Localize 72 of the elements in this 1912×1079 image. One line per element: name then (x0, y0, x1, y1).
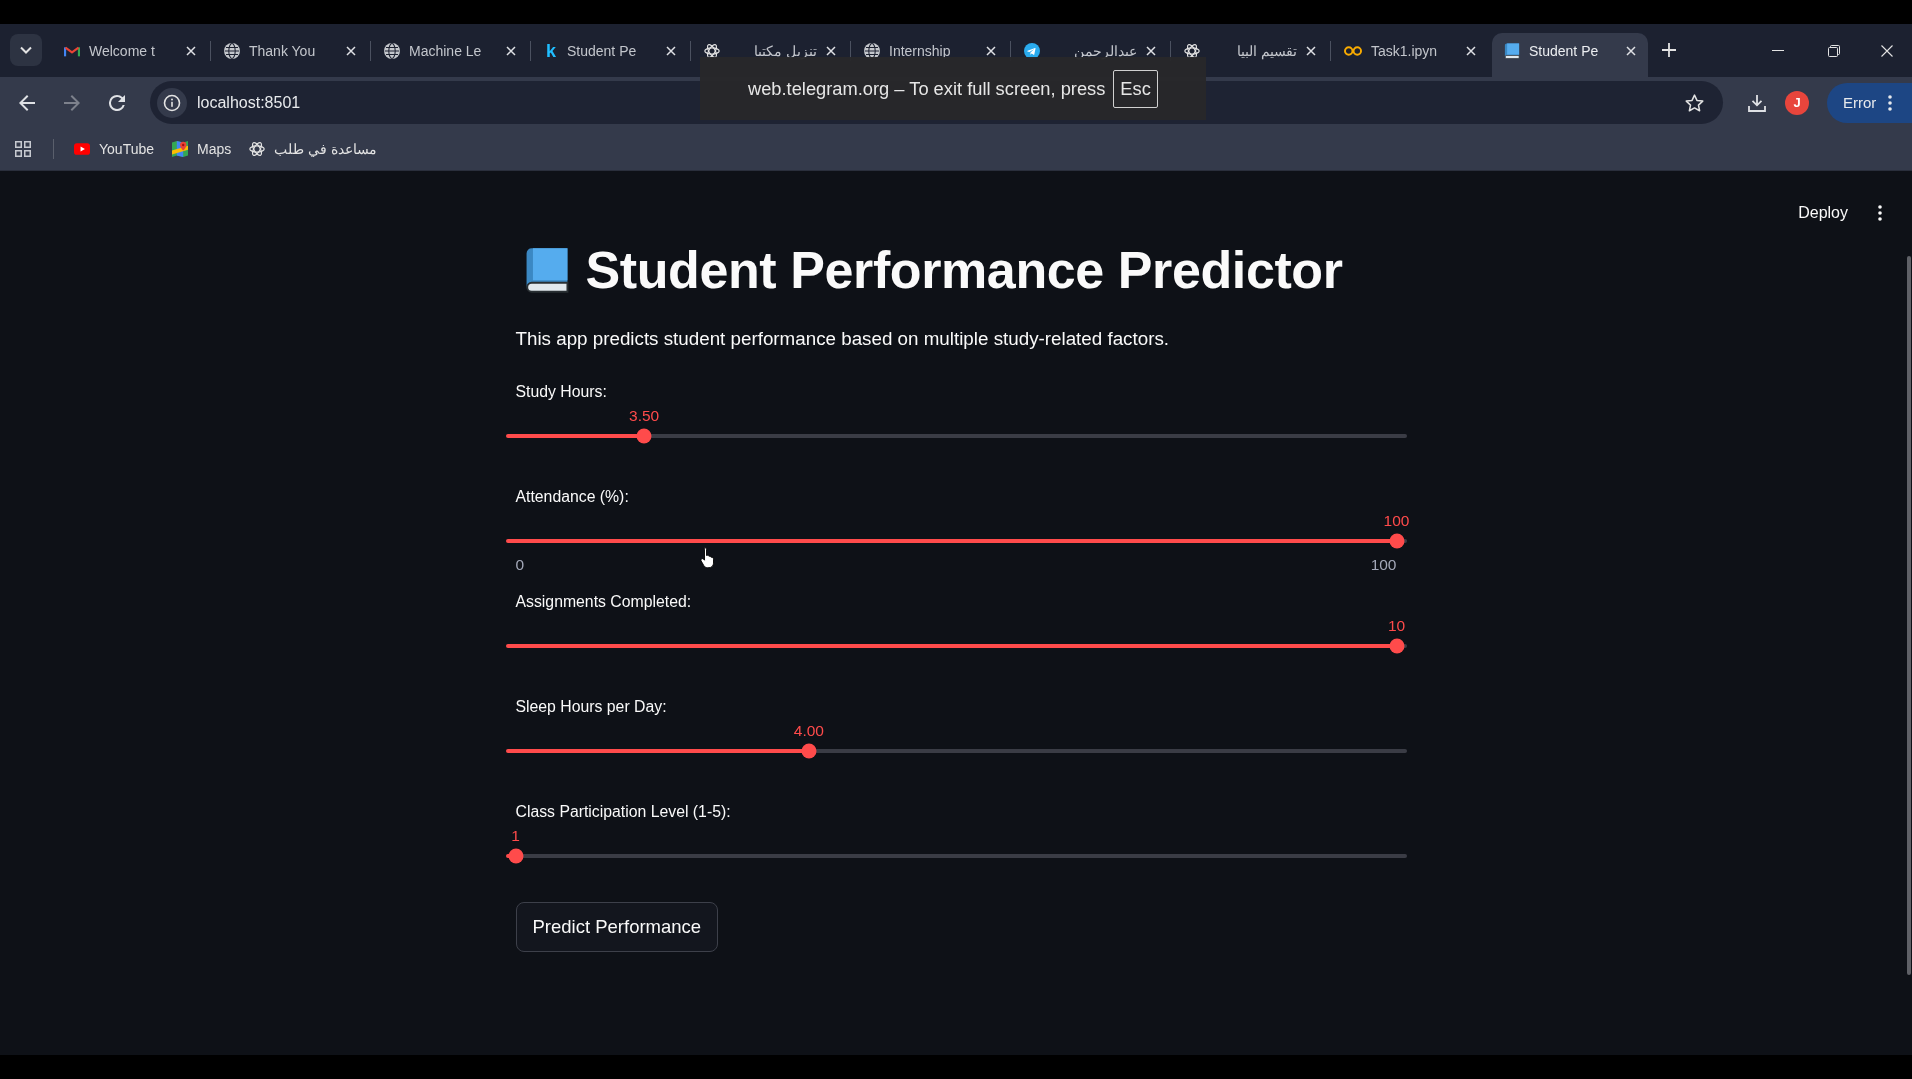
close-icon[interactable] (1881, 44, 1893, 57)
deploy-button[interactable]: Deploy (1788, 198, 1858, 228)
browser-tab[interactable]: k Student Pe (532, 33, 688, 77)
map-icon (172, 141, 188, 157)
slider-label: Attendance (%): (515, 487, 629, 507)
app-description: This app predicts student performance based on multiple study-related factors. (515, 327, 1169, 351)
hand-cursor-icon (700, 547, 716, 569)
key-hint: Esc (1113, 69, 1158, 108)
globe-icon (384, 43, 400, 59)
kebab-icon[interactable] (1878, 205, 1882, 221)
rosette-icon (704, 43, 720, 59)
slider-max-label: 100 (1370, 555, 1397, 575)
slider-thumb[interactable] (1389, 638, 1404, 654)
browser-tab[interactable]: تنزيل مكتبا (692, 33, 848, 77)
browser-tab[interactable]: تقسيم البيا (1172, 33, 1328, 77)
error-button[interactable]: Error (1827, 82, 1912, 123)
bookmark[interactable]: Maps (164, 134, 240, 164)
scrollbar[interactable] (1907, 256, 1911, 975)
download-icon[interactable] (1748, 93, 1766, 112)
grid-icon[interactable] (15, 141, 31, 157)
slider-label: Sleep Hours per Day: (515, 697, 667, 717)
close-icon[interactable] (826, 46, 836, 56)
kebab-icon (1888, 94, 1893, 111)
restore-icon[interactable] (1828, 44, 1840, 57)
close-icon[interactable] (1466, 46, 1476, 56)
slider-label: Class Participation Level (1-5): (515, 802, 731, 822)
notice-text: web.telegram.org – To exit full screen, press (748, 77, 1106, 100)
close-icon[interactable] (186, 46, 196, 56)
slider-value: 3.50 (629, 406, 660, 426)
chevron-down-icon (20, 45, 32, 54)
browser-tab[interactable]: Student Pe (1492, 33, 1648, 77)
browser-tab[interactable]: Machine Le (372, 33, 528, 77)
close-icon[interactable] (666, 46, 676, 56)
plus-icon[interactable] (1662, 42, 1676, 57)
back-arrow-icon[interactable] (19, 94, 35, 111)
close-icon[interactable] (1626, 46, 1636, 56)
page-title: Student Performance Predictor (585, 240, 1343, 301)
info-icon[interactable] (157, 87, 187, 118)
close-icon[interactable] (1306, 46, 1316, 56)
close-icon[interactable] (506, 46, 516, 56)
close-icon[interactable] (1146, 46, 1156, 56)
close-icon[interactable] (346, 46, 356, 56)
profile-avatar[interactable]: J (1785, 90, 1809, 115)
slider-thumb[interactable] (801, 743, 817, 759)
bookmark[interactable]: YouTube (66, 134, 162, 164)
browser-tab[interactable]: Task1.ipyn (1332, 33, 1488, 77)
book-icon (523, 247, 570, 293)
slider-value: 1 (511, 826, 520, 846)
slider-thumb[interactable] (636, 428, 652, 444)
browser-tab[interactable]: Thank You (212, 33, 368, 77)
tab-search-button[interactable] (10, 33, 42, 66)
play-icon (74, 141, 90, 157)
slider-thumb[interactable] (508, 848, 523, 864)
rosette-icon (1184, 43, 1200, 59)
slider-min-label: 0 (515, 555, 525, 575)
close-icon[interactable] (986, 46, 996, 56)
reload-icon[interactable] (109, 94, 125, 111)
slider-label: Study Hours: (515, 382, 607, 402)
predict-button[interactable]: Predict Performance (515, 902, 719, 952)
slider-value: 10 (1387, 616, 1406, 636)
star-icon[interactable] (1685, 93, 1704, 112)
slider-label: Assignments Completed: (515, 592, 692, 612)
bookmark[interactable]: مساعدة في طلب (241, 134, 386, 164)
slider-thumb[interactable] (1389, 533, 1404, 549)
slider-value: 100 (1383, 511, 1410, 531)
rosette-icon (249, 141, 266, 157)
slider-value: 4.00 (793, 721, 824, 741)
globe-icon (224, 43, 240, 59)
favicon-letter: k (545, 42, 557, 60)
browser-tab[interactable]: Welcome t (52, 33, 208, 77)
rings-icon (1344, 46, 1362, 56)
book-icon (1504, 43, 1520, 59)
